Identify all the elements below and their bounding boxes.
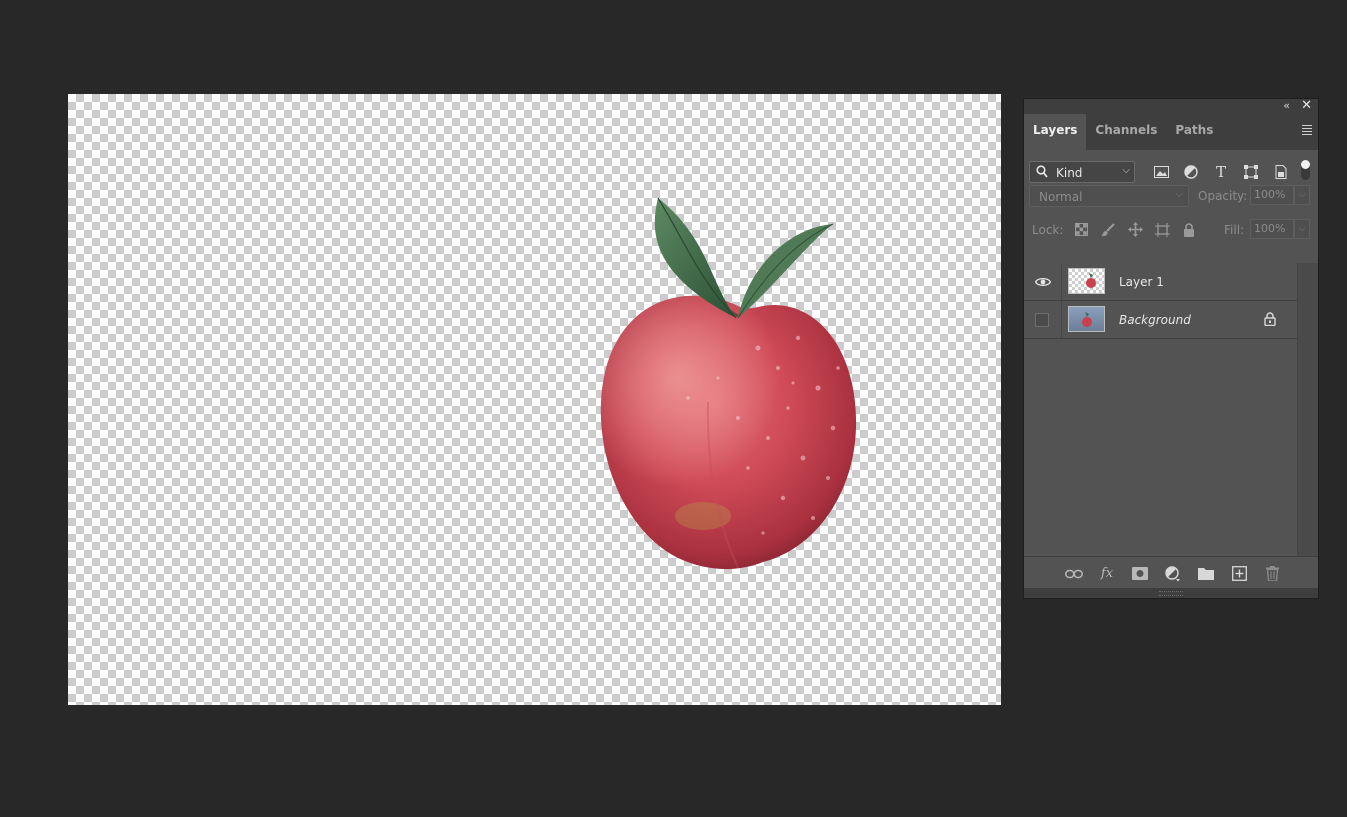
visibility-toggle[interactable] [1024, 301, 1062, 338]
adjustment-filter-icon[interactable] [1182, 164, 1200, 180]
layer-name[interactable]: Layer 1 [1119, 275, 1164, 289]
chevron-down-icon: ⌵ [1175, 189, 1183, 200]
lock-position-icon[interactable] [1126, 221, 1144, 238]
layer-name[interactable]: Background [1119, 313, 1191, 327]
filter-toggle-switch[interactable] [1301, 160, 1310, 180]
lock-all-icon[interactable] [1180, 221, 1198, 238]
fill-input[interactable]: 100% [1250, 219, 1294, 239]
blend-mode-dropdown[interactable]: Normal ⌵ [1029, 185, 1189, 207]
lock-label: Lock: [1032, 223, 1064, 237]
lock-icon[interactable] [1264, 312, 1276, 329]
adjustment-layer-icon[interactable] [1163, 565, 1183, 582]
collapse-panel-icon[interactable]: « [1283, 99, 1290, 112]
layer-thumbnail [1068, 306, 1105, 332]
apple-image [600, 198, 857, 570]
layer-row-background[interactable]: Background [1024, 301, 1298, 339]
panel-resize-grip[interactable] [1024, 588, 1318, 598]
layer-mask-icon[interactable] [1130, 565, 1150, 582]
layers-scrollbar[interactable] [1297, 263, 1318, 556]
layer-filter-row: Kind ⌵ T [1024, 150, 1318, 185]
fx-icon[interactable]: fx [1097, 565, 1117, 582]
filter-kind-dropdown[interactable]: Kind ⌵ [1029, 161, 1135, 183]
tab-channels[interactable]: Channels [1086, 114, 1166, 150]
fill-slider-toggle[interactable]: ⌵ [1294, 219, 1310, 239]
group-folder-icon[interactable] [1196, 565, 1216, 582]
tab-paths[interactable]: Paths [1166, 114, 1222, 150]
lock-artboard-icon[interactable] [1153, 221, 1171, 238]
trash-icon[interactable] [1262, 565, 1282, 582]
link-layers-icon[interactable] [1064, 565, 1084, 582]
opacity-input[interactable]: 100% [1250, 185, 1294, 205]
layer-thumbnail [1068, 268, 1105, 294]
fill-label: Fill: [1224, 223, 1245, 237]
lock-row: Lock: Fill: 100% ⌵ [1024, 219, 1318, 246]
layers-panel: « ✕ Layers Channels Paths Kind ⌵ T Norma… [1023, 98, 1319, 599]
filter-kind-label: Kind [1056, 166, 1083, 180]
tab-layers[interactable]: Layers [1024, 114, 1087, 150]
layers-list: Layer 1 Background [1024, 263, 1318, 556]
close-panel-icon[interactable]: ✕ [1301, 98, 1312, 113]
blend-row: Normal ⌵ Opacity: 100% ⌵ [1024, 185, 1318, 219]
lock-transparent-pixels-icon[interactable] [1072, 221, 1090, 238]
blend-mode-value: Normal [1039, 190, 1083, 204]
type-filter-icon[interactable]: T [1212, 163, 1230, 181]
visibility-off-box [1035, 313, 1049, 327]
opacity-slider-toggle[interactable]: ⌵ [1294, 185, 1310, 205]
panel-title-bar[interactable]: « ✕ [1024, 98, 1318, 114]
smart-object-filter-icon[interactable] [1272, 164, 1290, 180]
visibility-toggle[interactable] [1024, 263, 1062, 300]
chevron-down-icon: ⌵ [1122, 165, 1130, 176]
layer-row-layer-1[interactable]: Layer 1 [1024, 263, 1298, 301]
image-filter-icon[interactable] [1152, 164, 1170, 180]
panel-tabs: Layers Channels Paths [1024, 114, 1318, 150]
search-icon [1036, 165, 1048, 182]
eye-icon [1034, 276, 1052, 290]
panel-menu-icon[interactable] [1302, 125, 1312, 137]
lock-image-pixels-icon[interactable] [1099, 221, 1117, 238]
new-layer-icon[interactable] [1229, 565, 1249, 582]
layers-bottom-toolbar: fx [1024, 556, 1318, 589]
document-canvas[interactable] [68, 94, 1001, 705]
opacity-label: Opacity: [1198, 189, 1248, 203]
shape-filter-icon[interactable] [1242, 164, 1260, 180]
